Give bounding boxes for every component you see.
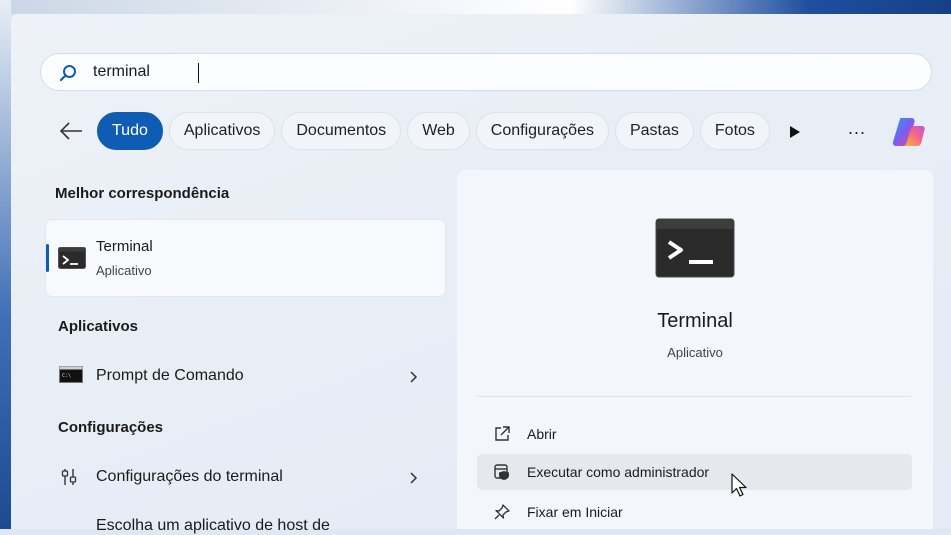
section-apps: Aplicativos — [58, 318, 139, 335]
app-item-command-prompt[interactable]: C:\ Prompt de Comando — [46, 357, 445, 397]
settings-item-label: Configurações do terminal — [96, 468, 283, 485]
filter-tab-folders[interactable]: Pastas — [614, 112, 694, 150]
best-match-title: Terminal — [96, 238, 153, 255]
filter-tab-web[interactable]: Web — [407, 112, 470, 150]
section-settings: Configurações — [58, 419, 164, 436]
best-match-subtitle: Aplicativo — [96, 263, 152, 278]
cut-off-result[interactable]: Escolha um aplicativo de host de — [96, 517, 330, 535]
chevron-right-icon[interactable] — [408, 369, 418, 385]
settings-item-terminal[interactable]: Configurações do terminal — [46, 458, 445, 498]
copilot-icon[interactable] — [889, 113, 927, 151]
search-box[interactable] — [40, 53, 932, 91]
best-match-terminal[interactable]: Terminal Aplicativo — [46, 220, 445, 296]
scroll-right-icon[interactable] — [789, 125, 801, 139]
terminal-large-icon — [655, 218, 735, 278]
action-open-label: Abrir — [527, 426, 557, 442]
admin-shield-icon — [494, 464, 509, 480]
filter-tab-photos[interactable]: Fotos — [699, 112, 770, 150]
selection-indicator — [46, 244, 49, 272]
action-pin-label: Fixar em Iniciar — [527, 504, 623, 520]
action-run-as-admin-label: Executar como administrador — [527, 464, 710, 480]
filter-tab-documents[interactable]: Documentos — [281, 112, 402, 150]
pin-icon — [494, 504, 510, 520]
svg-text:C:\: C:\ — [62, 373, 71, 379]
filter-tab-apps[interactable]: Aplicativos — [168, 112, 276, 150]
terminal-icon — [58, 247, 86, 269]
action-open[interactable]: Abrir — [477, 416, 912, 452]
desktop-background-top — [0, 0, 951, 14]
text-caret — [198, 63, 199, 83]
search-icon — [59, 65, 76, 82]
open-external-icon — [495, 426, 510, 441]
chevron-right-icon[interactable] — [408, 470, 418, 486]
desktop-background-left — [0, 0, 11, 529]
back-arrow-icon[interactable] — [58, 120, 84, 142]
command-prompt-icon: C:\ — [59, 366, 83, 383]
detail-title: Terminal — [657, 310, 733, 332]
mouse-cursor-icon — [731, 473, 747, 497]
search-input[interactable] — [93, 60, 693, 84]
detail-subtitle: Aplicativo — [667, 345, 723, 360]
more-options-button[interactable]: ... — [848, 118, 866, 139]
action-run-as-admin[interactable]: Executar como administrador — [477, 454, 912, 490]
section-best-match: Melhor correspondência — [55, 185, 230, 202]
settings-sliders-icon — [61, 469, 77, 485]
detail-divider — [477, 396, 911, 397]
filter-tab-all[interactable]: Tudo — [97, 112, 163, 150]
app-item-label: Prompt de Comando — [96, 367, 244, 384]
detail-pane: Terminal Aplicativo Abrir Executar como … — [457, 170, 933, 529]
filter-tabs: Tudo Aplicativos Documentos Web Configur… — [97, 112, 777, 152]
filter-tab-settings[interactable]: Configurações — [475, 112, 609, 150]
action-pin-to-start[interactable]: Fixar em Iniciar — [477, 494, 912, 530]
